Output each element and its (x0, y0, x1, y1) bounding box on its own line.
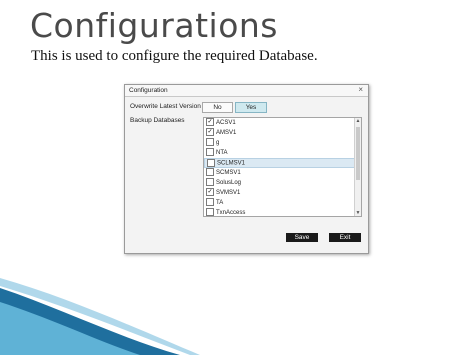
database-name: SCMSV1 (216, 170, 241, 176)
decorative-swoosh (0, 278, 200, 355)
scroll-up-icon[interactable]: ▲ (355, 118, 361, 124)
database-checkbox[interactable]: ✓ (206, 188, 214, 197)
database-item[interactable]: NTA (204, 148, 361, 158)
database-name: SCLMSV1 (217, 160, 246, 167)
slide-subtitle: This is used to configure the required D… (31, 48, 318, 64)
overwrite-yes-button[interactable]: Yes (235, 102, 267, 113)
database-item[interactable]: ✓ ACSV1 (204, 118, 361, 128)
dialog-header: Configuration × (125, 85, 368, 97)
database-item[interactable]: TA (204, 198, 361, 208)
save-button[interactable]: Save (286, 233, 318, 242)
database-checkbox[interactable] (206, 138, 214, 147)
database-item[interactable]: TxnAccess (204, 208, 361, 216)
database-name: AMSV1 (216, 130, 237, 136)
database-name: g (216, 140, 220, 146)
close-icon[interactable]: × (358, 85, 363, 94)
overwrite-no-button[interactable]: No (202, 102, 233, 113)
exit-button[interactable]: Exit (329, 233, 361, 242)
database-name: TxnAccess (216, 210, 246, 216)
database-item[interactable]: SCMSV1 (204, 168, 361, 178)
backup-databases-label: Backup Databases (130, 117, 185, 124)
database-name: SolusLog (216, 180, 242, 186)
database-name: ACSV1 (216, 120, 236, 126)
database-item[interactable]: SCLMSV1 (204, 158, 361, 168)
database-checkbox[interactable] (206, 208, 214, 216)
overwrite-latest-version-label: Overwrite Latest Version (130, 103, 201, 110)
database-checkbox[interactable] (206, 198, 214, 207)
database-name: SVMSV1 (216, 190, 241, 196)
database-item[interactable]: ✓ AMSV1 (204, 128, 361, 138)
backup-databases-list[interactable]: ✓ ACSV1 ✓ AMSV1 g NTA SCLMSV1 SCMSV1 SolusLog ✓ SV… (203, 117, 362, 217)
database-checkbox[interactable]: ✓ (206, 128, 214, 137)
database-checkbox[interactable] (206, 178, 214, 187)
slide-title: Configurations (30, 6, 278, 45)
scroll-down-icon[interactable]: ▼ (355, 210, 361, 216)
database-name: NTA (216, 150, 228, 156)
configuration-dialog: Configuration × Overwrite Latest Version… (124, 84, 369, 254)
database-item[interactable]: g (204, 138, 361, 148)
database-checkbox[interactable] (206, 148, 214, 157)
database-item[interactable]: SolusLog (204, 178, 361, 188)
database-checkbox[interactable]: ✓ (206, 118, 214, 127)
list-scrollbar[interactable]: ▲ ▼ (354, 118, 361, 216)
database-checkbox[interactable] (206, 168, 214, 177)
database-checkbox[interactable] (207, 159, 215, 167)
database-name: TA (216, 200, 224, 206)
dialog-title: Configuration (129, 87, 168, 94)
scrollbar-thumb[interactable] (356, 127, 360, 180)
database-item[interactable]: ✓ SVMSV1 (204, 188, 361, 198)
